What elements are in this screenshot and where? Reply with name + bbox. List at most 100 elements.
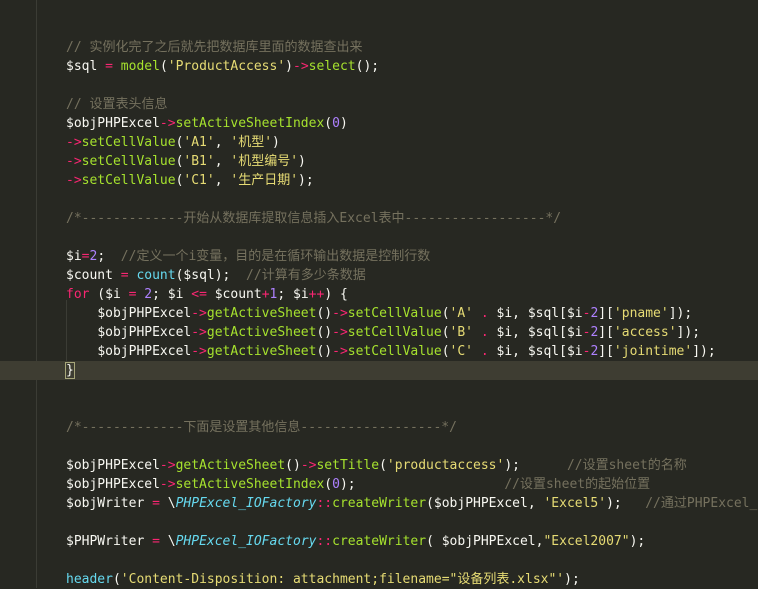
code-token: <= <box>191 287 207 302</box>
code-token: setCellValue <box>81 135 176 150</box>
code-token: 0 <box>332 477 340 492</box>
code-line[interactable]: $objPHPExcel->getActiveSheet()->setTitle… <box>0 456 758 475</box>
code-line[interactable]: $sql = model('ProductAccess')->select(); <box>0 57 758 76</box>
code-token: 'productaccess' <box>386 458 505 473</box>
code-token: = <box>105 59 113 74</box>
code-token: , <box>512 344 528 359</box>
code-token: ++ <box>308 287 325 302</box>
code-line[interactable]: // 设置表头信息 <box>0 95 758 114</box>
code-token: :: <box>316 534 333 549</box>
code-token: model <box>120 59 160 74</box>
code-token: ); <box>214 268 247 283</box>
code-token: -> <box>66 135 82 150</box>
code-token: \ <box>159 534 176 549</box>
code-line[interactable]: ->setCellValue('A1', '机型') <box>0 133 758 152</box>
code-text: /*-------------下面是设置其他信息----------------… <box>66 418 457 437</box>
code-line[interactable]: $objPHPExcel->setActiveSheetIndex(0) <box>0 114 758 133</box>
code-token: -> <box>159 116 176 131</box>
code-line[interactable]: header('Content-Disposition: attachment;… <box>0 570 758 589</box>
code-line[interactable]: // 实例化完了之后就先把数据库里面的数据查出来 <box>0 38 758 57</box>
code-token: 'pname' <box>613 306 669 321</box>
code-token: 'B1' <box>183 154 215 169</box>
code-token: ( <box>426 496 434 511</box>
code-text: $objWriter = \PHPExcel_IOFactory::create… <box>66 494 758 513</box>
code-token: ][ <box>598 306 614 321</box>
code-token: getActiveSheet <box>175 458 286 473</box>
code-token: ); <box>298 173 314 188</box>
code-line[interactable]: $count = count($sql); //计算有多少条数据 <box>0 266 758 285</box>
code-token: PHPExcel_IOFactory <box>175 534 317 549</box>
code-text: $objPHPExcel->setActiveSheetIndex(0) <box>66 114 348 133</box>
code-token: '生产日期' <box>230 173 299 188</box>
code-line[interactable]: $objPHPExcel->setActiveSheetIndex(0); //… <box>0 475 758 494</box>
code-token: $PHPWriter <box>66 534 145 549</box>
code-token: setCellValue <box>347 344 442 359</box>
code-text: ->setCellValue('A1', '机型') <box>66 133 280 152</box>
code-token: header <box>66 572 113 587</box>
code-token: $i <box>496 306 513 321</box>
code-token: . <box>480 306 489 321</box>
code-token: ( <box>112 572 121 587</box>
code-token: $sql <box>527 325 560 340</box>
code-line[interactable]: /*-------------开始从数据库提取信息插入Excel表中------… <box>0 209 758 228</box>
code-line[interactable]: $objPHPExcel->getActiveSheet()->setCellV… <box>0 304 758 323</box>
code-token: for <box>66 287 90 302</box>
code-token: setCellValue <box>347 325 442 340</box>
code-token: $objPHPExcel <box>66 458 160 473</box>
code-token: -> <box>332 306 348 321</box>
code-line-current[interactable]: } <box>0 361 758 380</box>
code-line[interactable]: $objPHPExcel->getActiveSheet()->setCellV… <box>0 323 758 342</box>
code-token: , <box>527 496 544 511</box>
code-token: $sql <box>66 59 98 74</box>
code-token: ); <box>339 477 505 492</box>
code-token: 'A1' <box>183 135 215 150</box>
code-token: //设置sheet的起始位置 <box>504 477 651 492</box>
code-line[interactable]: $objPHPExcel->getActiveSheet()->setCellV… <box>0 342 758 361</box>
code-token: . <box>480 325 489 340</box>
code-token: $i <box>496 325 513 340</box>
code-line[interactable]: $i=2; //定义一个i变量，目的是在循环输出数据是控制行数 <box>0 247 758 266</box>
code-token: ( <box>441 306 450 321</box>
code-token: //设置sheet的名称 <box>566 458 687 473</box>
code-token: , <box>214 154 231 169</box>
code-token: ( <box>441 325 450 340</box>
code-token: 'access' <box>613 325 677 340</box>
code-token: + <box>261 287 270 302</box>
code-token: (); <box>355 59 380 74</box>
code-editor[interactable]: // 实例化完了之后就先把数据库里面的数据查出来 $sql = model('Pr… <box>0 0 758 588</box>
code-token: -> <box>66 173 82 188</box>
code-token: ; <box>152 287 168 302</box>
code-token: = <box>152 496 160 511</box>
code-token: [ <box>559 306 567 321</box>
code-token: ]); <box>676 325 701 340</box>
code-token: , <box>512 306 528 321</box>
code-text: $objPHPExcel->getActiveSheet()->setTitle… <box>66 456 687 475</box>
code-token: ) { <box>324 287 348 302</box>
code-text: ->setCellValue('B1', '机型编号') <box>66 152 306 171</box>
code-token: /*-------------下面是设置其他信息----------------… <box>66 420 457 435</box>
code-token: ][ <box>598 325 614 340</box>
code-line[interactable]: /*-------------下面是设置其他信息----------------… <box>0 418 758 437</box>
code-line[interactable]: $PHPWriter = \PHPExcel_IOFactory::create… <box>0 532 758 551</box>
code-text: $objPHPExcel->getActiveSheet()->setCellV… <box>66 323 700 342</box>
code-token: 'A' <box>449 306 474 321</box>
code-token: -> <box>159 458 176 473</box>
code-line[interactable]: $objWriter = \PHPExcel_IOFactory::create… <box>0 494 758 513</box>
code-token: 0 <box>332 116 340 131</box>
code-line[interactable]: ->setCellValue('C1', '生产日期'); <box>0 171 758 190</box>
code-token: = <box>120 268 129 283</box>
code-token: -> <box>332 325 348 340</box>
code-token: ( <box>426 534 442 549</box>
code-token: // 实例化完了之后就先把数据库里面的数据查出来 <box>66 40 363 55</box>
code-token: ); <box>606 496 646 511</box>
code-token: $sql <box>527 344 560 359</box>
code-line[interactable]: ->setCellValue('B1', '机型编号') <box>0 152 758 171</box>
code-line[interactable]: for ($i = 2; $i <= $count+1; $i++) { <box>0 285 758 304</box>
code-token: setCellValue <box>81 173 176 188</box>
code-text: header('Content-Disposition: attachment;… <box>66 570 580 589</box>
